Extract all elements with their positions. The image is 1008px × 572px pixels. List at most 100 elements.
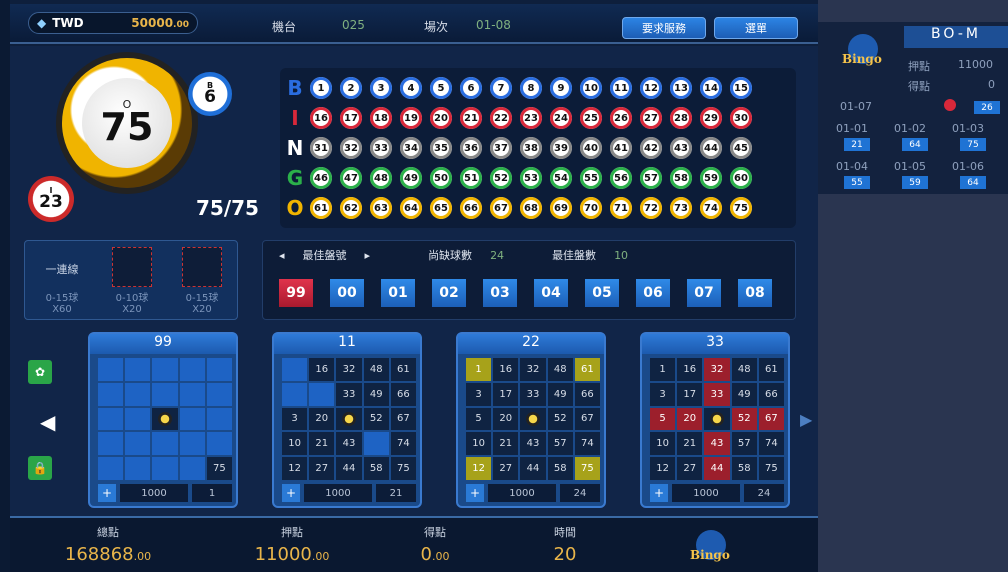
pattern-range: 0-10球: [115, 293, 149, 304]
card-cell: 33: [520, 382, 546, 406]
lock-icon[interactable]: 🔒: [28, 456, 52, 480]
add-bet-button[interactable]: +: [282, 484, 300, 502]
card-cell: 27: [493, 457, 519, 480]
called-ball: 23: [520, 107, 542, 129]
best-card-button[interactable]: 07: [687, 279, 721, 307]
called-ball: 70: [580, 197, 602, 219]
called-ball: 30: [730, 107, 752, 129]
card-cell: [179, 457, 205, 480]
called-ball: 68: [520, 197, 542, 219]
auto-play-icon[interactable]: ✿: [28, 360, 52, 384]
called-ball: 34: [400, 137, 422, 159]
card-cell: 43: [336, 432, 362, 456]
card-bet: 1000: [672, 484, 740, 502]
card-cell: [282, 358, 308, 381]
called-ball: 33: [370, 137, 392, 159]
called-ball: 66: [460, 197, 482, 219]
best-card-button[interactable]: 99: [279, 279, 313, 307]
card-cell: 17: [493, 382, 519, 406]
card-cell: 43: [704, 432, 730, 456]
best-count-value: 10: [614, 248, 629, 262]
history-round: 01-04: [836, 160, 868, 173]
bingo-card-99[interactable]: 99 75 +1000 1: [88, 332, 238, 508]
card-cell: 3: [466, 382, 492, 406]
called-ball: 54: [550, 167, 572, 189]
left-arrow-icon[interactable]: ◀: [40, 410, 55, 434]
card-cell: 48: [731, 358, 757, 381]
pattern-panel: 一連線 0-15球 X60 0-10球 X20 0-15球 X20: [24, 240, 238, 320]
best-card-label: 最佳盤號: [302, 249, 347, 262]
add-bet-button[interactable]: +: [466, 484, 484, 502]
card-cell: [125, 457, 151, 480]
service-button[interactable]: 要求服務: [622, 17, 706, 39]
history-ball: 21: [844, 138, 870, 151]
draw-count: 75/75: [196, 196, 259, 220]
pattern-1[interactable]: 一連線 0-15球 X60: [29, 247, 95, 317]
best-card-button[interactable]: 00: [330, 279, 364, 307]
card-cell: [179, 407, 205, 431]
card-cell: 58: [731, 457, 757, 480]
round-label: 場次: [424, 20, 449, 34]
card-cell: 57: [731, 432, 757, 456]
card-cell: 10: [650, 432, 676, 456]
called-ball: 16: [310, 107, 332, 129]
card-cell: 49: [363, 382, 389, 406]
add-bet-button[interactable]: +: [650, 484, 668, 502]
called-ball: 7: [490, 77, 512, 99]
best-card-button[interactable]: 02: [432, 279, 466, 307]
called-ball: 36: [460, 137, 482, 159]
called-ball: 59: [700, 167, 722, 189]
board-row-letter: N: [286, 136, 304, 160]
board-row-n: N 31 32 33 34 35 36 37 38 39 40 41 42 43 44 45: [280, 134, 760, 162]
bottom-bar: 總點 168868.00 押點 11000.00 得點 0.00 時間 20 B…: [10, 516, 818, 572]
best-card-button[interactable]: 01: [381, 279, 415, 307]
card-cell: 43: [520, 432, 546, 456]
total-cents: .00: [133, 550, 152, 563]
card-cell: 75: [390, 457, 416, 480]
room-bet-value: 11000: [958, 58, 993, 71]
pattern-multiplier: X20: [122, 304, 142, 315]
best-card-button[interactable]: 06: [636, 279, 670, 307]
called-ball: 17: [340, 107, 362, 129]
pattern-3[interactable]: 0-15球 X20: [169, 247, 235, 317]
pattern-2[interactable]: 0-10球 X20: [99, 247, 165, 317]
best-card-button[interactable]: 08: [738, 279, 772, 307]
best-card-panel: ◂ 最佳盤號 ▸ 尚缺球數 24 最佳盤數 10 99 00 01 02 03 04 05 0…: [262, 240, 796, 320]
called-ball: 74: [700, 197, 722, 219]
pattern-multiplier: X20: [192, 304, 212, 315]
history-ball: 64: [960, 176, 986, 189]
bingo-card-22[interactable]: 22 1 16 32 48 61 3 17 33 49 66 5 20 52 67 10 21 43 57 74 12 2…: [456, 332, 606, 508]
menu-button[interactable]: 選單: [714, 17, 798, 39]
add-bet-button[interactable]: +: [98, 484, 116, 502]
best-card-button[interactable]: 04: [534, 279, 568, 307]
bingo-card-11[interactable]: 11 16 32 48 61 33 49 66 3 20 52 67 10 21 43 74 12 27 44 58 7…: [272, 332, 422, 508]
card-cell: [152, 432, 178, 456]
called-numbers-board: B 1 2 3 4 5 6 7 8 9 10 11 12 13 14 15 I 16 17 18 19 20 21 22 23 2…: [280, 68, 796, 228]
called-ball: 31: [310, 137, 332, 159]
bingo-logo: Bingo: [686, 526, 740, 566]
card-cell: 58: [547, 457, 573, 480]
called-ball: 63: [370, 197, 392, 219]
round-value: 01-08: [476, 18, 511, 32]
best-card-button[interactable]: 05: [585, 279, 619, 307]
card-cell: 52: [731, 407, 757, 431]
called-ball: 14: [700, 77, 722, 99]
called-ball: 67: [490, 197, 512, 219]
called-ball: 35: [430, 137, 452, 159]
bingo-card-33[interactable]: 33 1 16 32 48 61 3 17 33 49 66 5 20 52 67 10 21 43 57 74 12 2…: [640, 332, 790, 508]
card-cell: 16: [677, 358, 703, 381]
prev-best-icon[interactable]: ◂: [279, 249, 285, 262]
card-cell: 67: [758, 407, 784, 431]
card-cell: 32: [336, 358, 362, 381]
pattern-image: 一連線: [45, 263, 79, 276]
card-cell: [179, 358, 205, 381]
card-bet: 1000: [120, 484, 188, 502]
previous-ball-1: B 6: [188, 72, 232, 116]
next-best-icon[interactable]: ▸: [365, 249, 371, 262]
diamond-icon: ◆: [37, 16, 47, 30]
card-cell: 3: [650, 382, 676, 406]
board-row-letter: B: [287, 76, 303, 100]
best-card-button[interactable]: 03: [483, 279, 517, 307]
right-arrow-icon[interactable]: ▶: [800, 410, 812, 429]
card-cell: [363, 432, 389, 456]
